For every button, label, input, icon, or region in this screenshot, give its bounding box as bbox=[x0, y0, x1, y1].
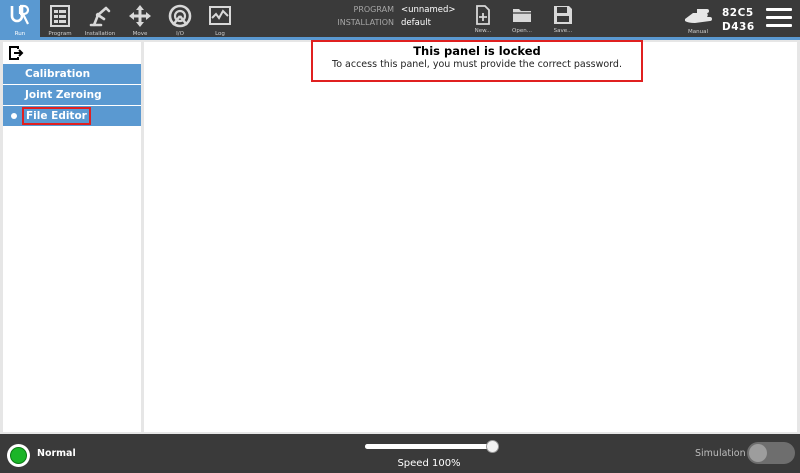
sidebar-item-calibration[interactable]: Calibration bbox=[3, 64, 141, 84]
speed-slider-handle[interactable] bbox=[486, 440, 499, 453]
robot-id-line-2: D436 bbox=[722, 21, 755, 33]
nav-installation-button[interactable]: Installation bbox=[80, 0, 120, 37]
simulation-toggle-knob bbox=[749, 444, 767, 462]
installation-icon bbox=[89, 6, 111, 27]
lock-message: To access this panel, you must provide t… bbox=[332, 59, 622, 70]
hamburger-menu-icon[interactable] bbox=[766, 8, 792, 30]
sidebar-item-file-editor[interactable]: File Editor bbox=[3, 106, 141, 126]
new-program-button[interactable]: New... bbox=[465, 0, 501, 37]
io-icon bbox=[168, 4, 192, 28]
save-program-button[interactable]: Save... bbox=[545, 0, 581, 37]
selected-indicator bbox=[11, 113, 17, 119]
sidebar-item-label: Joint Zeroing bbox=[25, 89, 102, 101]
installation-key: INSTALLATION bbox=[337, 18, 394, 27]
lock-title: This panel is locked bbox=[413, 44, 541, 58]
robot-id-line-1: 82C5 bbox=[722, 7, 754, 19]
simulation-toggle[interactable] bbox=[747, 442, 795, 464]
open-folder-icon bbox=[513, 9, 531, 22]
sidebar-item-joint-zeroing[interactable]: Joint Zeroing bbox=[3, 85, 141, 105]
new-program-label: New... bbox=[474, 28, 492, 34]
sidebar-item-label: File Editor bbox=[22, 107, 91, 125]
program-icon bbox=[50, 5, 70, 27]
new-file-icon bbox=[476, 5, 490, 25]
speed-slider-fill bbox=[365, 444, 493, 449]
ur-logo-icon bbox=[10, 4, 30, 25]
robot-serial-id: 82C5 D436 bbox=[722, 6, 762, 34]
nav-move-button[interactable]: Move bbox=[120, 0, 160, 37]
save-program-label: Save... bbox=[553, 28, 573, 34]
status-light-icon bbox=[10, 447, 27, 464]
open-program-label: Open... bbox=[512, 28, 532, 34]
nav-log-button[interactable]: Log bbox=[200, 0, 240, 37]
bottom-status-bar: Normal Speed 100% Simulation bbox=[0, 434, 800, 473]
hand-icon bbox=[685, 9, 712, 23]
move-icon bbox=[129, 5, 151, 27]
nav-program-label: Program bbox=[48, 31, 72, 37]
open-program-button[interactable]: Open... bbox=[504, 0, 540, 37]
nav-program-button[interactable]: Program bbox=[40, 0, 80, 37]
log-icon bbox=[209, 6, 231, 25]
sidebar-item-label: Calibration bbox=[25, 68, 91, 80]
robot-status-label: Normal bbox=[37, 448, 76, 459]
simulation-label: Simulation bbox=[695, 448, 746, 459]
nav-run-button[interactable]: Run bbox=[0, 0, 40, 37]
nav-run-label: Run bbox=[14, 31, 26, 37]
main-panel: This panel is locked To access this pane… bbox=[144, 40, 797, 432]
nav-move-label: Move bbox=[132, 31, 148, 37]
manual-mode-button[interactable]: Manual bbox=[676, 0, 720, 37]
speed-label: Speed 100% bbox=[397, 458, 461, 469]
installation-name: default bbox=[401, 18, 431, 28]
top-toolbar: Run Program Installation Move I/O Log PR… bbox=[0, 0, 800, 40]
sidebar: Calibration Joint Zeroing File Editor bbox=[3, 42, 141, 432]
manual-mode-label: Manual bbox=[688, 29, 708, 35]
program-name: <unnamed> bbox=[401, 5, 456, 15]
nav-io-button[interactable]: I/O bbox=[160, 0, 200, 37]
nav-io-label: I/O bbox=[176, 31, 184, 37]
exit-icon[interactable] bbox=[8, 45, 24, 61]
robot-status-button[interactable] bbox=[7, 444, 30, 467]
nav-log-label: Log bbox=[215, 31, 225, 37]
locked-panel-notice: This panel is locked To access this pane… bbox=[311, 40, 643, 82]
save-icon bbox=[554, 6, 572, 24]
program-key: PROGRAM bbox=[353, 5, 395, 14]
program-info: PROGRAM <unnamed> INSTALLATION default bbox=[310, 5, 470, 31]
speed-slider[interactable] bbox=[365, 440, 499, 453]
nav-installation-label: Installation bbox=[84, 31, 116, 37]
